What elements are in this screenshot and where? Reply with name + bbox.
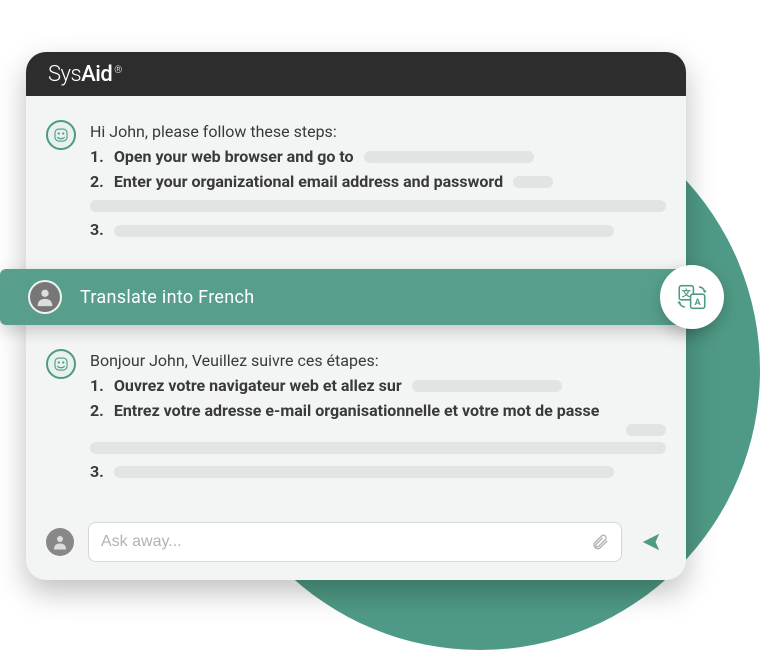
composer-input-wrap[interactable] bbox=[88, 522, 622, 562]
redacted-line bbox=[90, 200, 666, 212]
translate-badge[interactable]: 文 A bbox=[660, 265, 724, 329]
redacted-text bbox=[114, 466, 614, 478]
bot-fr-step-3: 3. bbox=[90, 460, 666, 485]
step-num: 3. bbox=[90, 218, 104, 243]
redacted-text bbox=[114, 225, 614, 237]
send-icon bbox=[640, 531, 662, 553]
step-num: 1. bbox=[90, 374, 104, 399]
person-icon bbox=[34, 286, 56, 308]
paperclip-icon bbox=[591, 533, 609, 551]
step-num: 2. bbox=[90, 399, 104, 424]
redacted-text bbox=[412, 380, 562, 392]
translate-icon: 文 A bbox=[675, 280, 709, 314]
redacted-text bbox=[364, 151, 534, 163]
bot-message-body-fr: Bonjour John, Veuillez suivre ces étapes… bbox=[90, 349, 666, 484]
titlebar: SysAid® bbox=[26, 52, 686, 96]
bot-message-body-en: Hi John, please follow these steps: 1. O… bbox=[90, 120, 666, 243]
messages-area: Hi John, please follow these steps: 1. O… bbox=[26, 96, 686, 269]
bot-message-fr: Bonjour John, Veuillez suivre ces étapes… bbox=[46, 343, 666, 498]
person-icon bbox=[51, 533, 69, 551]
bot-en-step-2: 2. Enter your organizational email addre… bbox=[90, 170, 666, 195]
bot-en-step-3: 3. bbox=[90, 218, 666, 243]
translate-bar-label: Translate into French bbox=[80, 287, 254, 308]
composer-input[interactable] bbox=[101, 533, 583, 551]
attach-button[interactable] bbox=[591, 533, 609, 551]
bot-fr-step-2: 2. Entrez votre adresse e-mail organisat… bbox=[90, 399, 666, 424]
redacted-line bbox=[90, 442, 666, 454]
bot-fr-step-1: 1. Ouvrez votre navigateur web et allez … bbox=[90, 374, 666, 399]
bot-avatar bbox=[46, 349, 76, 379]
bot-avatar bbox=[46, 120, 76, 150]
svg-text:A: A bbox=[694, 297, 701, 308]
redacted-text bbox=[513, 176, 553, 188]
bot-en-step-1: 1. Open your web browser and go to bbox=[90, 145, 666, 170]
brand-mark: ® bbox=[114, 65, 122, 76]
step-text: Ouvrez votre navigateur web et allez sur bbox=[114, 374, 402, 399]
bot-en-intro: Hi John, please follow these steps: bbox=[90, 120, 666, 145]
step-num: 3. bbox=[90, 460, 104, 485]
send-button[interactable] bbox=[636, 527, 666, 557]
chat-window: SysAid® Hi John, please follow these ste… bbox=[26, 52, 686, 580]
user-avatar bbox=[28, 280, 62, 314]
brand-sys: Sys bbox=[48, 62, 81, 87]
step-num: 1. bbox=[90, 145, 104, 170]
messages-area-2: Bonjour John, Veuillez suivre ces étapes… bbox=[26, 325, 686, 510]
brand-logo: SysAid® bbox=[48, 62, 122, 87]
bot-fr-step-2-cont bbox=[90, 424, 666, 436]
user-avatar-small bbox=[46, 528, 74, 556]
bot-message-en: Hi John, please follow these steps: 1. O… bbox=[46, 114, 666, 257]
bot-icon bbox=[52, 355, 70, 373]
composer bbox=[26, 510, 686, 580]
brand-aid: Aid bbox=[81, 62, 112, 87]
bot-fr-intro: Bonjour John, Veuillez suivre ces étapes… bbox=[90, 349, 666, 374]
step-text: Open your web browser and go to bbox=[114, 145, 354, 170]
step-num: 2. bbox=[90, 170, 104, 195]
step-text: Enter your organizational email address … bbox=[114, 170, 503, 195]
translate-bar[interactable]: Translate into French 文 A bbox=[0, 269, 700, 325]
bot-icon bbox=[52, 126, 70, 144]
redacted-text bbox=[626, 424, 666, 436]
step-text: Entrez votre adresse e-mail organisation… bbox=[114, 399, 600, 424]
